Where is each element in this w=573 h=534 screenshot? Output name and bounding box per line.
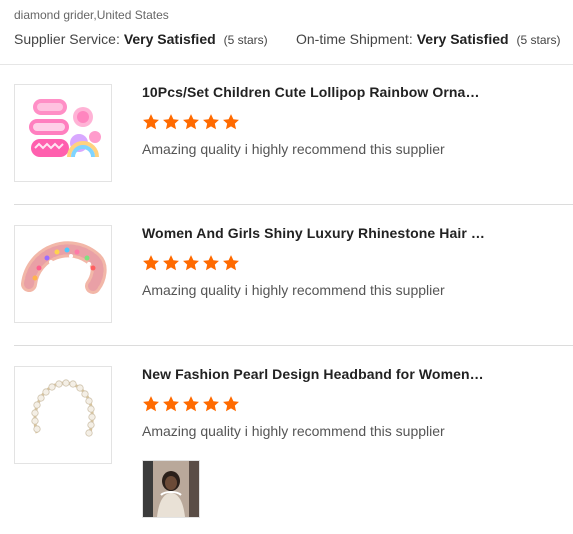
star-icon: [163, 396, 179, 412]
star-rating: [142, 254, 240, 272]
supplier-service-label: Supplier Service:: [14, 31, 120, 47]
review-text: Amazing quality i highly recommend this …: [142, 282, 445, 298]
star-icon: [223, 396, 239, 412]
pink-hair-clips-image: [15, 85, 111, 181]
star-icon: [143, 255, 159, 271]
supplier-service-rating: Supplier Service: Very Satisfied (5 stars): [14, 31, 268, 47]
supplier-service-note: (5 stars): [223, 33, 268, 47]
star-icon: [203, 396, 219, 412]
shipment-rating: On-time Shipment: Very Satisfied (5 stars): [296, 31, 561, 47]
review-header: diamond grider,United States Supplier Se…: [0, 0, 573, 65]
star-icon: [163, 255, 179, 271]
star-icon: [143, 114, 159, 130]
product-thumbnail[interactable]: [14, 366, 112, 464]
star-icon: [163, 114, 179, 130]
reviewer-name: diamond grider,United States: [14, 8, 169, 22]
divider: [14, 204, 573, 205]
divider: [14, 345, 573, 346]
shipment-value: Very Satisfied: [416, 31, 509, 47]
star-icon: [203, 114, 219, 130]
star-icon: [203, 255, 219, 271]
star-rating: [142, 113, 240, 131]
star-icon: [223, 255, 239, 271]
shipment-label: On-time Shipment:: [296, 31, 413, 47]
product-thumbnail[interactable]: [14, 84, 112, 182]
customer-photo-image: [143, 461, 199, 517]
product-thumbnail[interactable]: [14, 225, 112, 323]
customer-photo[interactable]: [142, 460, 200, 518]
star-rating: [142, 395, 240, 413]
product-title[interactable]: New Fashion Pearl Design Headband for Wo…: [142, 366, 487, 382]
star-icon: [183, 255, 199, 271]
star-icon: [143, 396, 159, 412]
star-icon: [223, 114, 239, 130]
product-title[interactable]: 10Pcs/Set Children Cute Lollipop Rainbow…: [142, 84, 487, 100]
rhinestone-headband-image: [15, 226, 111, 322]
supplier-service-value: Very Satisfied: [123, 31, 216, 47]
star-icon: [183, 114, 199, 130]
shipment-note: (5 stars): [516, 33, 561, 47]
review-text: Amazing quality i highly recommend this …: [142, 141, 445, 157]
review-text: Amazing quality i highly recommend this …: [142, 423, 445, 439]
product-title[interactable]: Women And Girls Shiny Luxury Rhinestone …: [142, 225, 487, 241]
pearl-headband-image: [15, 367, 111, 463]
star-icon: [183, 396, 199, 412]
